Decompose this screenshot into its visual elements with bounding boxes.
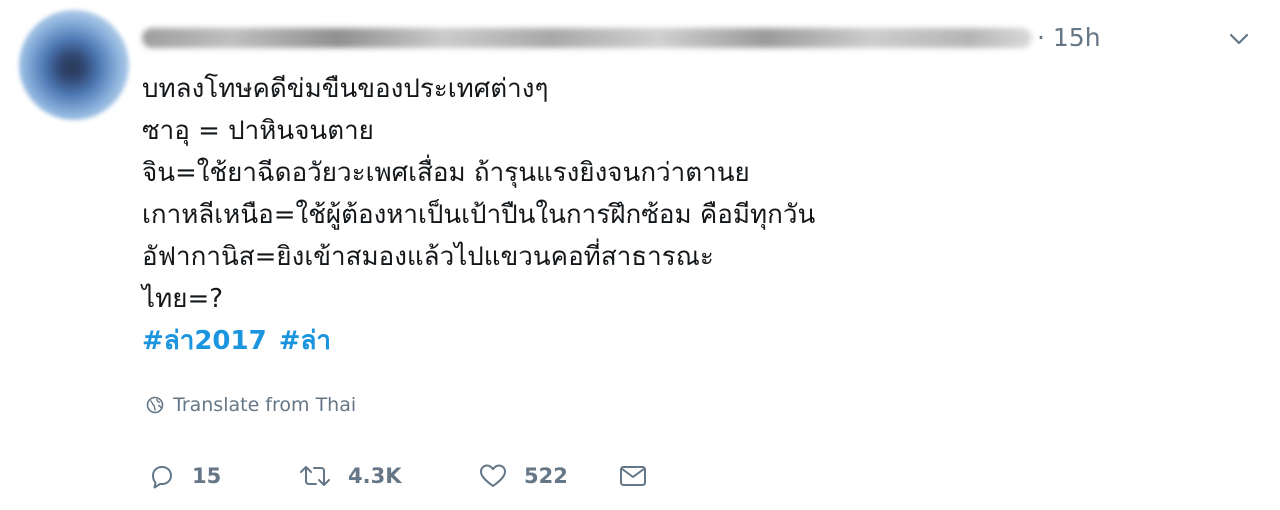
author-name-redacted[interactable]	[142, 28, 1032, 48]
tweet-header: · 15h	[142, 18, 1262, 58]
hashtag-link[interactable]: #ล่า	[279, 326, 331, 356]
message-icon	[620, 466, 646, 486]
heart-icon	[480, 464, 506, 487]
tweet-line: อัฟากานิส=ยิงเข้าสมองแล้วไปแขวนคอที่สาธา…	[142, 242, 714, 272]
tweet-line: เกาหลีเหนือ=ใช้ผู้ต้องหาเป็นเป้าปืนในการ…	[142, 200, 816, 230]
retweet-count: 4.3K	[348, 464, 402, 488]
tweet-timestamp[interactable]: · 15h	[1037, 21, 1101, 55]
like-count: 522	[524, 464, 568, 488]
retweet-icon	[300, 466, 330, 486]
tweet-actions: 15 4.3K 522	[148, 456, 648, 496]
tweet-text: บทลงโทษคดีข่มขืนของประเทศต่างๆ ซาอุ = ปา…	[142, 68, 1242, 362]
globe-icon	[146, 396, 164, 414]
translate-button[interactable]: Translate from Thai	[146, 394, 356, 416]
tweet-line: ซาอุ = ปาหินจนตาย	[142, 116, 374, 146]
tweet-line: จิน=ใช้ยาฉีดอวัยวะเพศเสื่อม ถ้ารุนแรงยิง…	[142, 158, 750, 188]
retweet-button[interactable]: 4.3K	[298, 462, 478, 490]
chevron-down-icon[interactable]	[1224, 24, 1254, 54]
tweet: · 15h บทลงโทษคดีข่มขืนของประเทศต่างๆ ซาอ…	[0, 0, 1280, 510]
reply-count: 15	[192, 464, 222, 488]
direct-message-button[interactable]	[618, 462, 648, 490]
hashtag-row: #ล่า2017 #ล่า	[142, 320, 1242, 362]
reply-icon	[152, 466, 172, 489]
tweet-line: ไทย=?	[142, 284, 224, 314]
tweet-line: บทลงโทษคดีข่มขืนของประเทศต่างๆ	[142, 74, 549, 104]
hashtag-link[interactable]: #ล่า2017	[142, 326, 267, 356]
reply-button[interactable]: 15	[148, 462, 298, 490]
like-button[interactable]: 522	[478, 462, 618, 490]
translate-label: Translate from Thai	[173, 394, 357, 416]
avatar[interactable]	[19, 10, 129, 120]
